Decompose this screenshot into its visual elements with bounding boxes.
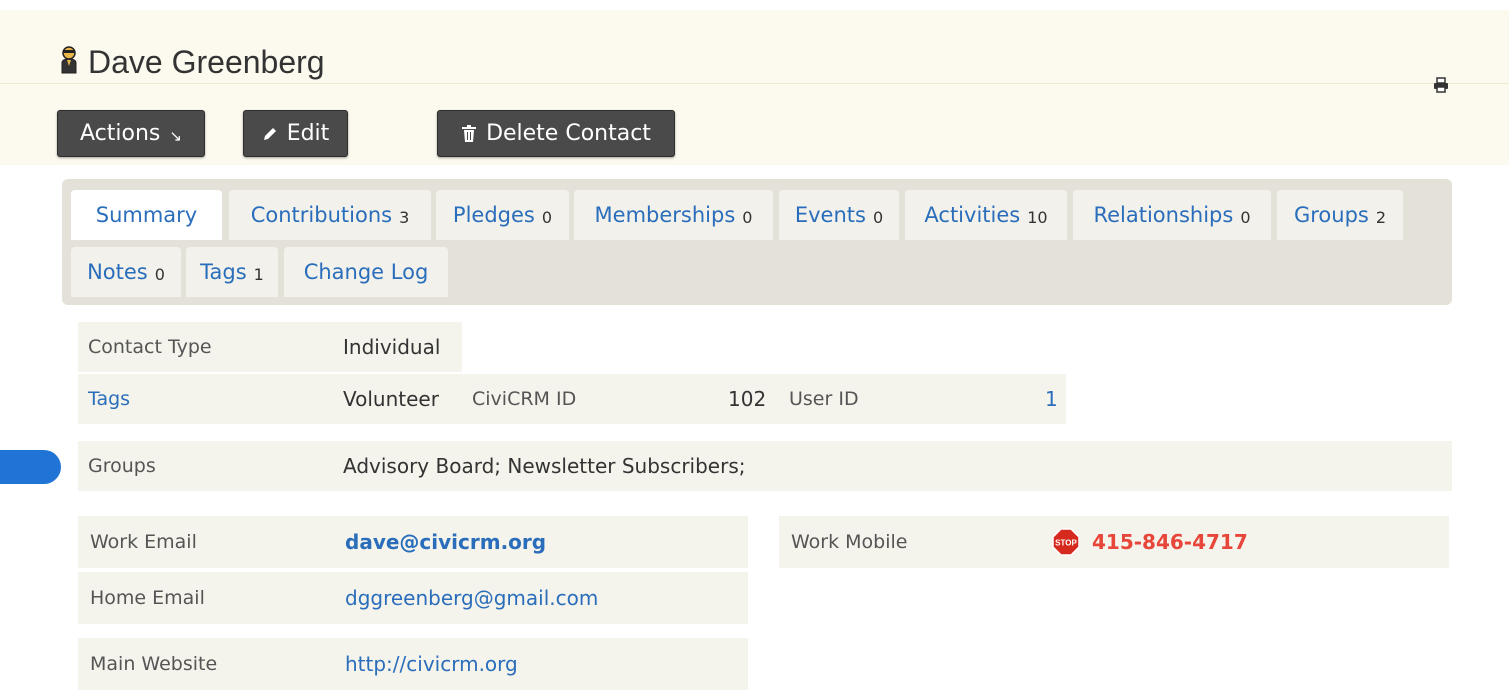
work-mobile-value: STOP 415-846-4717 (1052, 516, 1248, 568)
groups-row (78, 441, 1452, 491)
tab-change-log[interactable]: Change Log (284, 247, 448, 297)
tab-groups[interactable]: Groups 2 (1277, 190, 1403, 240)
tab-label: Notes (87, 260, 148, 284)
contact-type-value: Individual (343, 335, 441, 359)
tab-label: Tags (200, 260, 247, 284)
delete-contact-button[interactable]: Delete Contact (437, 110, 675, 157)
work-mobile-label: Work Mobile (791, 531, 908, 553)
tab-count: 10 (1027, 207, 1048, 227)
tags-value: Volunteer (343, 387, 439, 411)
work-mobile-number: 415-846-4717 (1092, 530, 1248, 554)
groups-label: Groups (88, 455, 156, 477)
tab-summary[interactable]: Summary (71, 190, 222, 240)
tab-activities[interactable]: Activities 10 (905, 190, 1067, 240)
tab-count: 0 (872, 207, 884, 227)
person-icon (61, 46, 77, 74)
header-divider (0, 83, 1509, 84)
edit-label: Edit (286, 121, 330, 146)
civicrm-id-value: 102 (728, 387, 767, 411)
tab-count: 0 (541, 207, 553, 227)
civicrm-id-label: CiviCRM ID (472, 388, 577, 410)
actions-button[interactable]: Actions ↘ (57, 110, 205, 157)
tab-tags[interactable]: Tags 1 (186, 247, 278, 297)
edit-button[interactable]: Edit (243, 110, 348, 157)
tab-relationships[interactable]: Relationships 0 (1073, 190, 1271, 240)
main-website-link[interactable]: http://civicrm.org (345, 638, 518, 690)
drag-handle[interactable] (0, 450, 61, 484)
tab-events[interactable]: Events 0 (779, 190, 899, 240)
tab-memberships[interactable]: Memberships 0 (574, 190, 773, 240)
tab-count: 0 (154, 264, 165, 284)
tab-label: Memberships (594, 203, 736, 227)
home-email-label: Home Email (90, 587, 205, 609)
tab-label: Activities (924, 203, 1021, 227)
tab-label: Change Log (303, 260, 429, 284)
groups-value: Advisory Board; Newsletter Subscribers; (343, 454, 746, 478)
page-title: Dave Greenberg (60, 42, 325, 82)
tab-label: Summary (95, 203, 198, 227)
stop-icon: STOP (1052, 528, 1080, 556)
tab-count: 3 (399, 207, 410, 227)
work-email-link[interactable]: dave@civicrm.org (345, 516, 546, 568)
user-id-label: User ID (789, 388, 859, 410)
tab-count: 2 (1375, 207, 1387, 227)
tab-label: Pledges (452, 203, 535, 227)
arrow-down-right-icon: ↘ (169, 126, 182, 145)
pencil-icon (263, 127, 276, 140)
delete-label: Delete Contact (486, 121, 651, 146)
actions-label: Actions (80, 121, 161, 146)
trash-icon (462, 124, 477, 142)
tab-pledges[interactable]: Pledges 0 (436, 190, 569, 240)
user-id-link[interactable]: 1 (1045, 374, 1058, 424)
tab-count: 0 (742, 207, 753, 227)
work-email-label: Work Email (90, 531, 197, 553)
contact-name: Dave Greenberg (88, 43, 325, 80)
tab-count: 1 (253, 264, 264, 284)
tab-label: Relationships (1093, 203, 1234, 227)
svg-text:STOP: STOP (1055, 539, 1077, 548)
tab-label: Groups (1293, 203, 1369, 227)
tab-contributions[interactable]: Contributions 3 (229, 190, 431, 240)
print-icon[interactable] (1433, 77, 1449, 93)
tab-count: 0 (1240, 207, 1251, 227)
contact-header (0, 10, 1509, 165)
tags-label-link[interactable]: Tags (88, 374, 130, 424)
tab-notes[interactable]: Notes 0 (71, 247, 181, 297)
tab-label: Contributions (250, 203, 393, 227)
main-website-label: Main Website (90, 653, 218, 675)
contact-type-label: Contact Type (88, 336, 212, 358)
home-email-link[interactable]: dggreenberg@gmail.com (345, 572, 598, 624)
tab-label: Events (794, 203, 866, 227)
